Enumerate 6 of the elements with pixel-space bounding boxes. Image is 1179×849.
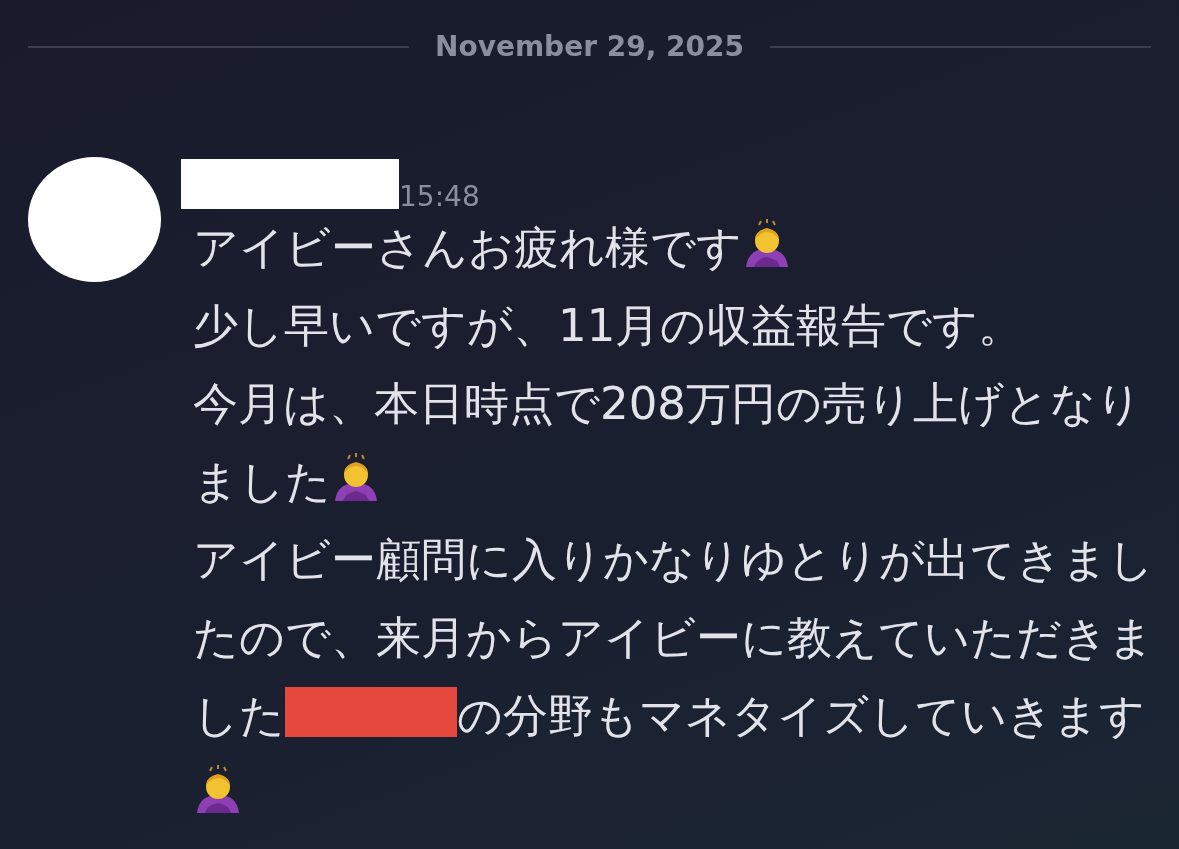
message-text: 少し早いですが、11月の収益報告です。 (193, 298, 1025, 354)
message-text: 今月は、本日時点で208万円の売り上げとなりました (193, 376, 1143, 510)
message-text: アイビーさんお疲れ様です (193, 209, 1158, 287)
message-time: 15:48 (399, 183, 480, 211)
date-divider: November 29, 2025 (435, 30, 744, 63)
message-text: アイビー顧問に入りかなりゆとりが出てきましたので、来月からアイビーに教えていただきました の分野もマネタイズしていきます (193, 521, 1158, 833)
